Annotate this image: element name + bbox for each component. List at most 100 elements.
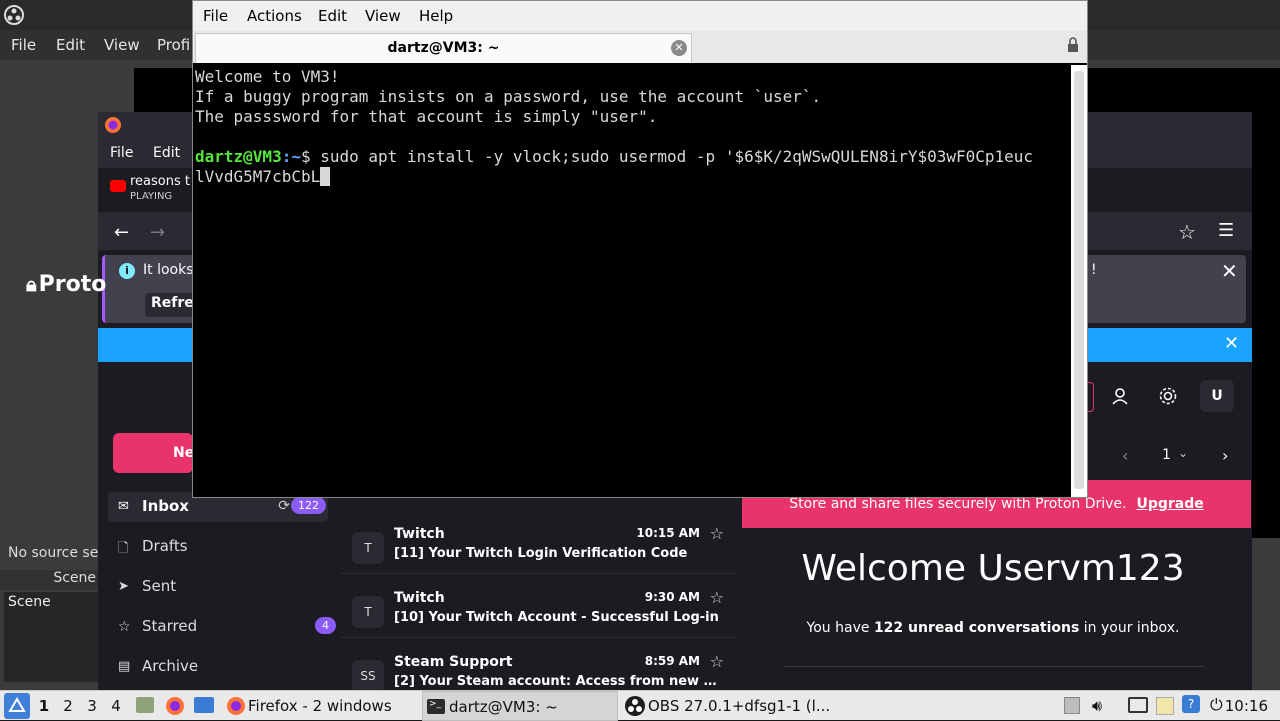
- folder-starred[interactable]: ☆ Starred 4: [116, 612, 336, 642]
- workspace-1[interactable]: 1: [35, 697, 53, 715]
- volume-icon[interactable]: 🔊︎: [1092, 696, 1102, 716]
- firefox-icon: [226, 696, 246, 716]
- mail-time: 8:59 AM: [644, 654, 700, 668]
- terminal-menu-help[interactable]: Help: [419, 7, 453, 25]
- star-toggle-icon[interactable]: ☆: [710, 588, 724, 607]
- settings-gear-icon[interactable]: [1158, 386, 1178, 406]
- obs-scene-item[interactable]: Scene: [8, 594, 96, 610]
- terminal-tab-title: dartz@VM3: ~: [387, 40, 500, 56]
- terminal-menu-view[interactable]: View: [365, 7, 401, 25]
- mail-sender: Twitch: [394, 526, 445, 542]
- clipboard-icon[interactable]: [1064, 697, 1080, 714]
- back-icon[interactable]: ←: [114, 222, 129, 243]
- obs-menu-edit[interactable]: Edit: [56, 36, 85, 54]
- workspace-3[interactable]: 3: [83, 697, 101, 715]
- terminal-scroll-thumb[interactable]: [1074, 71, 1084, 489]
- star-icon: ☆: [118, 619, 131, 635]
- archive-icon: ▤: [118, 659, 131, 674]
- prev-page-icon[interactable]: ‹: [1122, 446, 1128, 465]
- terminal-window: File Actions Edit View Help dartz@VM3: ~…: [192, 0, 1088, 498]
- hamburger-menu-icon[interactable]: ☰: [1218, 220, 1234, 241]
- taskbar: 1 2 3 4 Firefox - 2 windows >_ dartz@VM3…: [0, 690, 1280, 721]
- power-icon[interactable]: ⏻: [1210, 695, 1223, 715]
- refresh-icon[interactable]: ⟳: [278, 498, 290, 514]
- task-label: OBS 27.0.1+dfsg1-1 (l...: [648, 697, 831, 715]
- proton-logo-text: Proto: [38, 272, 107, 297]
- lock-icon[interactable]: [1067, 37, 1079, 53]
- tab-close-icon[interactable]: ✕: [671, 40, 687, 56]
- page-number[interactable]: 1: [1162, 447, 1171, 463]
- workspace-2[interactable]: 2: [59, 697, 77, 715]
- user-avatar[interactable]: U: [1200, 380, 1234, 412]
- folder-drafts[interactable]: 🗋︎ Drafts: [116, 532, 326, 562]
- start-menu-icon[interactable]: [4, 693, 30, 719]
- sender-avatar: SS: [352, 660, 384, 692]
- close-icon[interactable]: ✕: [1221, 259, 1238, 283]
- file-manager-icon[interactable]: [136, 697, 154, 713]
- mail-time: 9:30 AM: [644, 590, 700, 604]
- firefox-menu-edit[interactable]: Edit: [153, 145, 180, 161]
- task-label: Firefox - 2 windows: [248, 697, 392, 715]
- task-terminal[interactable]: >_ dartz@VM3: ~: [422, 691, 618, 721]
- mail-sender: Steam Support: [394, 654, 513, 670]
- info-bar-suffix: !: [1091, 262, 1097, 278]
- next-page-icon[interactable]: ›: [1222, 446, 1228, 465]
- upgrade-link[interactable]: Upgrade: [1136, 496, 1203, 512]
- obs-menu-view[interactable]: View: [104, 36, 140, 54]
- firefox-tab-youtube[interactable]: reasons t PLAYING: [98, 168, 194, 206]
- star-toggle-icon[interactable]: ☆: [710, 652, 724, 671]
- drive-banner-text: Store and share files securely with Prot…: [789, 496, 1127, 512]
- folder-sent[interactable]: ➤ Sent: [116, 572, 326, 602]
- firefox-menu-file[interactable]: File: [110, 145, 133, 161]
- mail-subject: [10] Your Twitch Account - Successful Lo…: [394, 610, 719, 625]
- terminal-menu-file[interactable]: File: [203, 7, 228, 25]
- terminal-icon: >_: [427, 699, 445, 714]
- obs-menu-file[interactable]: File: [11, 36, 36, 54]
- clock[interactable]: 10:16: [1225, 697, 1268, 715]
- sent-icon: ➤: [118, 579, 129, 594]
- firefox-launcher-icon[interactable]: [165, 696, 185, 716]
- terminal-menu-actions[interactable]: Actions: [247, 7, 302, 25]
- inbox-count-badge: 122: [291, 497, 326, 514]
- terminal-line: The passsword for that account is simply…: [195, 107, 658, 126]
- star-toggle-icon[interactable]: ☆: [710, 524, 724, 543]
- folder-label: Sent: [142, 577, 177, 595]
- mail-item[interactable]: T Twitch 9:30 AM ☆ [10] Your Twitch Acco…: [340, 576, 736, 638]
- mail-subject: [11] Your Twitch Login Verification Code: [394, 546, 688, 561]
- new-message-label: Ne: [173, 445, 193, 461]
- bookmark-star-icon[interactable]: ☆: [1178, 220, 1196, 244]
- welcome-heading: Welcome Uservm123: [801, 548, 1185, 589]
- new-message-button[interactable]: Ne: [113, 433, 193, 473]
- youtube-icon: [110, 180, 126, 192]
- page-chevron-down-icon[interactable]: ⌄: [1178, 446, 1188, 460]
- folder-label: Archive: [142, 657, 199, 675]
- banner-close-icon[interactable]: ✕: [1224, 333, 1239, 354]
- desktop-icon[interactable]: [194, 697, 214, 713]
- contacts-icon[interactable]: [1110, 386, 1130, 406]
- folder-label: Drafts: [142, 537, 188, 555]
- firefox-tab-title: reasons t: [130, 174, 190, 189]
- forward-icon[interactable]: →: [150, 222, 165, 243]
- firefox-logo-icon: [104, 116, 122, 134]
- workspace-4[interactable]: 4: [107, 697, 125, 715]
- terminal-menu-edit[interactable]: Edit: [318, 7, 347, 25]
- mail-item[interactable]: SS Steam Support 8:59 AM ☆ [2] Your Stea…: [340, 640, 736, 692]
- folder-label: Inbox: [142, 497, 189, 515]
- unread-summary: You have 122 unread conversations in you…: [742, 620, 1244, 636]
- update-icon[interactable]: ?: [1182, 695, 1200, 713]
- terminal-output[interactable]: Welcome to VM3! If a buggy program insist…: [193, 65, 1071, 497]
- unread-post: in your inbox.: [1079, 620, 1180, 636]
- terminal-command-line: dartz@VM3:~$ sudo apt install -y vlock;s…: [195, 147, 1069, 167]
- unread-count: 122 unread conversations: [873, 620, 1080, 636]
- folder-label: Starred: [142, 617, 198, 635]
- prompt-path: :~: [281, 147, 301, 166]
- task-obs[interactable]: OBS 27.0.1+dfsg1-1 (l...: [622, 691, 830, 721]
- mail-item[interactable]: T Twitch 10:15 AM ☆ [11] Your Twitch Log…: [340, 512, 736, 574]
- folder-archive[interactable]: ▤ Archive: [116, 652, 326, 682]
- task-firefox[interactable]: Firefox - 2 windows: [222, 691, 418, 721]
- display-icon[interactable]: [1128, 697, 1148, 713]
- terminal-tab[interactable]: dartz@VM3: ~ ✕: [195, 33, 692, 63]
- task-label: dartz@VM3: ~: [449, 698, 558, 716]
- obs-menu-profile[interactable]: Profi: [157, 36, 190, 54]
- notes-icon[interactable]: [1156, 697, 1174, 715]
